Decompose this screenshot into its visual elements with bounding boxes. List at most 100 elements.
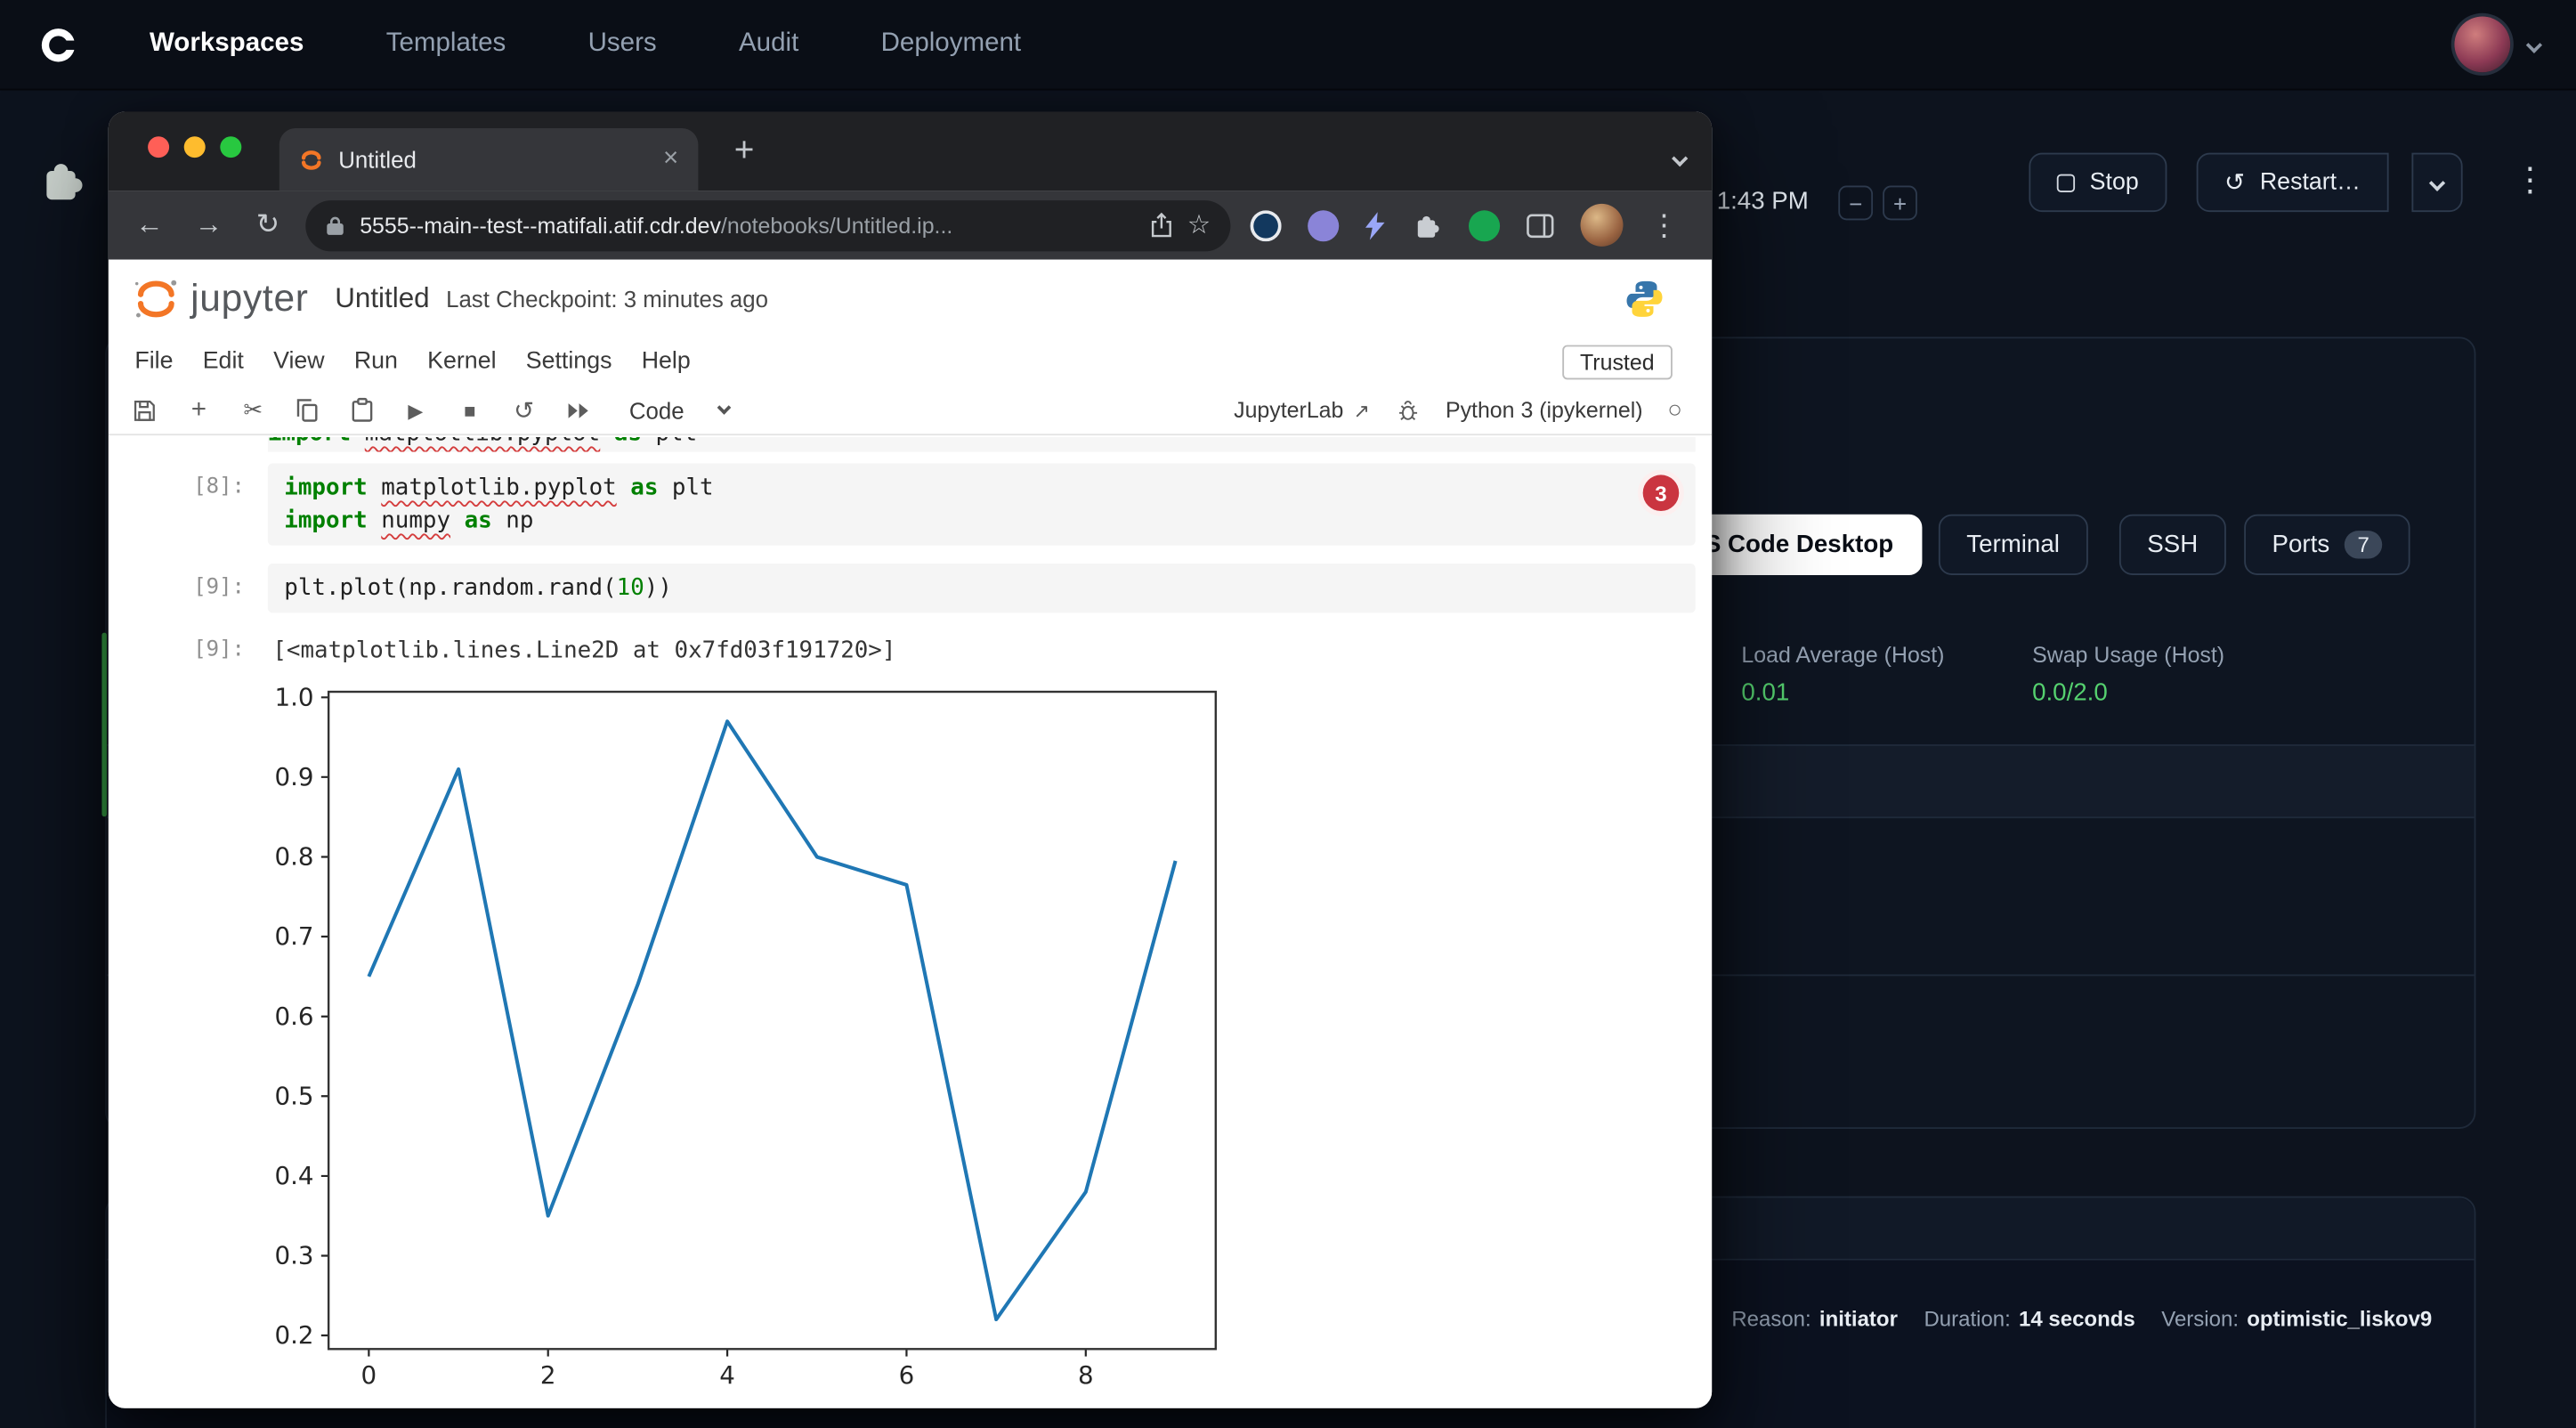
code-cell-editor[interactable]: plt.plot(np.random.rand(10)): [268, 564, 1696, 613]
python-logo: [1624, 277, 1666, 320]
svg-text:1.0: 1.0: [275, 683, 314, 712]
matplotlib-output-figure: 0.20.30.40.50.60.70.80.91.002468: [266, 682, 1252, 1405]
extensions-puzzle-icon[interactable]: [1413, 210, 1442, 239]
share-icon[interactable]: [1149, 212, 1172, 239]
address-bar[interactable]: 5555--main--test--matifali.atif.cdr.dev/…: [305, 199, 1230, 250]
ports-count-badge: 7: [2345, 531, 2383, 558]
copy-cells-icon[interactable]: [294, 395, 320, 425]
svg-text:8: 8: [1078, 1360, 1094, 1390]
jupyter-menubar: File Edit View Run Kernel Settings Help …: [109, 337, 1712, 385]
nav-item-audit[interactable]: Audit: [739, 29, 798, 59]
deadline-plus-button[interactable]: +: [1883, 186, 1917, 221]
workspace-status-accent: [101, 633, 107, 817]
nav-item-workspaces[interactable]: Workspaces: [150, 29, 304, 59]
build-reason: Reason: initiator: [1731, 1306, 1898, 1331]
tab-list-chevron-icon[interactable]: [1674, 143, 1686, 173]
restart-run-all-icon[interactable]: [565, 395, 592, 425]
checkpoint-status: Last Checkpoint: 3 minutes ago: [446, 285, 768, 312]
save-icon[interactable]: [132, 395, 158, 425]
input-prompt: [9]:: [109, 564, 268, 613]
menu-view[interactable]: View: [273, 348, 325, 375]
menu-settings[interactable]: Settings: [526, 348, 612, 375]
extension-icon[interactable]: [1308, 209, 1339, 240]
jupyter-logo: [132, 273, 181, 322]
menu-file[interactable]: File: [134, 348, 173, 375]
menu-kernel[interactable]: Kernel: [427, 348, 496, 375]
kernel-status-icon: ○: [1667, 398, 1682, 423]
stop-workspace-button[interactable]: Stop: [2029, 153, 2167, 212]
jupyter-notebook-app: jupyter Untitled Last Checkpoint: 3 minu…: [109, 260, 1712, 1408]
forward-button[interactable]: →: [184, 200, 233, 249]
window-close-button[interactable]: [148, 136, 169, 158]
interrupt-kernel-icon[interactable]: ■: [457, 395, 483, 425]
jupyter-favicon: [299, 147, 324, 172]
nav-item-deployment[interactable]: Deployment: [881, 29, 1022, 59]
terminal-button[interactable]: Terminal: [1939, 515, 2087, 575]
chevron-down-icon: [2429, 174, 2445, 191]
browser-tab-active[interactable]: Untitled ×: [279, 128, 699, 191]
ssh-button[interactable]: SSH: [2119, 515, 2226, 575]
restart-kernel-icon[interactable]: ↺: [511, 395, 538, 425]
build-summary-row: Reason: initiator Duration: 14 seconds V…: [1731, 1306, 2432, 1331]
workspace-dashboard: Reason: initiator Duration: 14 seconds V…: [0, 91, 2576, 1428]
reload-button[interactable]: ↻: [243, 200, 292, 249]
add-cell-icon[interactable]: +: [186, 395, 213, 425]
stat-swap-usage: Swap Usage (Host) 0.0/2.0: [2032, 643, 2224, 707]
restart-options-button[interactable]: [2411, 153, 2462, 212]
chevron-down-icon: [718, 402, 731, 414]
notebook-cells: import matplotlib.pyplot as plt [8]: imp…: [109, 435, 1712, 1408]
build-duration: Duration: 14 seconds: [1924, 1306, 2135, 1331]
window-minimize-button[interactable]: [184, 136, 206, 158]
svg-text:0: 0: [361, 1360, 377, 1390]
back-button[interactable]: ←: [125, 200, 174, 249]
ports-button[interactable]: Ports 7: [2244, 515, 2410, 575]
adblock-extension-icon[interactable]: [1469, 209, 1500, 240]
cell-type-dropdown[interactable]: Code: [629, 397, 730, 424]
coder-logo-icon: [36, 22, 81, 67]
nav-item-templates[interactable]: Templates: [386, 29, 506, 59]
user-avatar[interactable]: [2454, 16, 2510, 72]
code-line: import numpy as np: [284, 505, 1679, 538]
svg-text:0.7: 0.7: [275, 921, 314, 951]
browser-toolbar: ← → ↻ 5555--main--test--matifali.atif.cd…: [109, 191, 1712, 260]
bookmark-star-icon[interactable]: ☆: [1187, 208, 1211, 241]
restart-workspace-button[interactable]: ↺ Restart…: [2197, 153, 2389, 212]
menu-help[interactable]: Help: [642, 348, 691, 375]
side-panel-icon[interactable]: [1527, 213, 1554, 238]
svg-text:0.8: 0.8: [275, 842, 314, 872]
cut-cells-icon[interactable]: ✂: [239, 395, 266, 425]
trusted-button[interactable]: Trusted: [1562, 345, 1673, 379]
top-navbar: Workspaces Templates Users Audit Deploym…: [0, 0, 2576, 91]
workspace-app-icon: [39, 154, 88, 212]
menu-run[interactable]: Run: [354, 348, 398, 375]
coder-logo[interactable]: [36, 22, 81, 67]
svg-text:0.5: 0.5: [275, 1081, 314, 1110]
extensions-area: ⋮: [1251, 204, 1680, 247]
code-cell-editor[interactable]: import matplotlib.pyplot as plt import n…: [268, 463, 1696, 545]
user-menu-chevron-icon[interactable]: [2526, 37, 2542, 53]
chrome-menu-icon[interactable]: ⋮: [1649, 210, 1679, 239]
menu-edit[interactable]: Edit: [203, 348, 244, 375]
run-cell-icon[interactable]: ▶: [402, 395, 429, 425]
jupyter-toolbar: + ✂ ▶ ■ ↺: [109, 386, 1712, 435]
restart-icon: ↺: [2224, 167, 2245, 197]
lightning-extension-icon[interactable]: [1365, 211, 1387, 239]
url-text: 5555--main--test--matifali.atif.cdr.dev/…: [360, 213, 1135, 238]
window-zoom-button[interactable]: [220, 136, 241, 158]
output-repr-text: [<matplotlib.lines.Line2D at 0x7fd03f191…: [272, 634, 895, 667]
debugger-bug-icon[interactable]: [1395, 395, 1422, 425]
nav-item-users[interactable]: Users: [588, 29, 657, 59]
workspace-menu-button[interactable]: ⋮: [2514, 165, 2547, 198]
open-in-jupyterlab-link[interactable]: JupyterLab ↗: [1234, 398, 1370, 423]
new-tab-button[interactable]: +: [723, 130, 766, 173]
svg-text:0.4: 0.4: [275, 1161, 314, 1190]
deadline-minus-button[interactable]: −: [1838, 186, 1873, 221]
tab-close-icon[interactable]: ×: [663, 146, 678, 173]
paste-cells-icon[interactable]: [348, 395, 375, 425]
svg-text:0.9: 0.9: [275, 762, 314, 791]
tab-title: Untitled: [338, 146, 648, 173]
password-manager-extension-icon[interactable]: [1251, 209, 1282, 240]
kernel-name[interactable]: Python 3 (ipykernel): [1446, 398, 1643, 423]
chrome-profile-avatar[interactable]: [1581, 204, 1624, 247]
notebook-title[interactable]: Untitled: [335, 282, 429, 315]
